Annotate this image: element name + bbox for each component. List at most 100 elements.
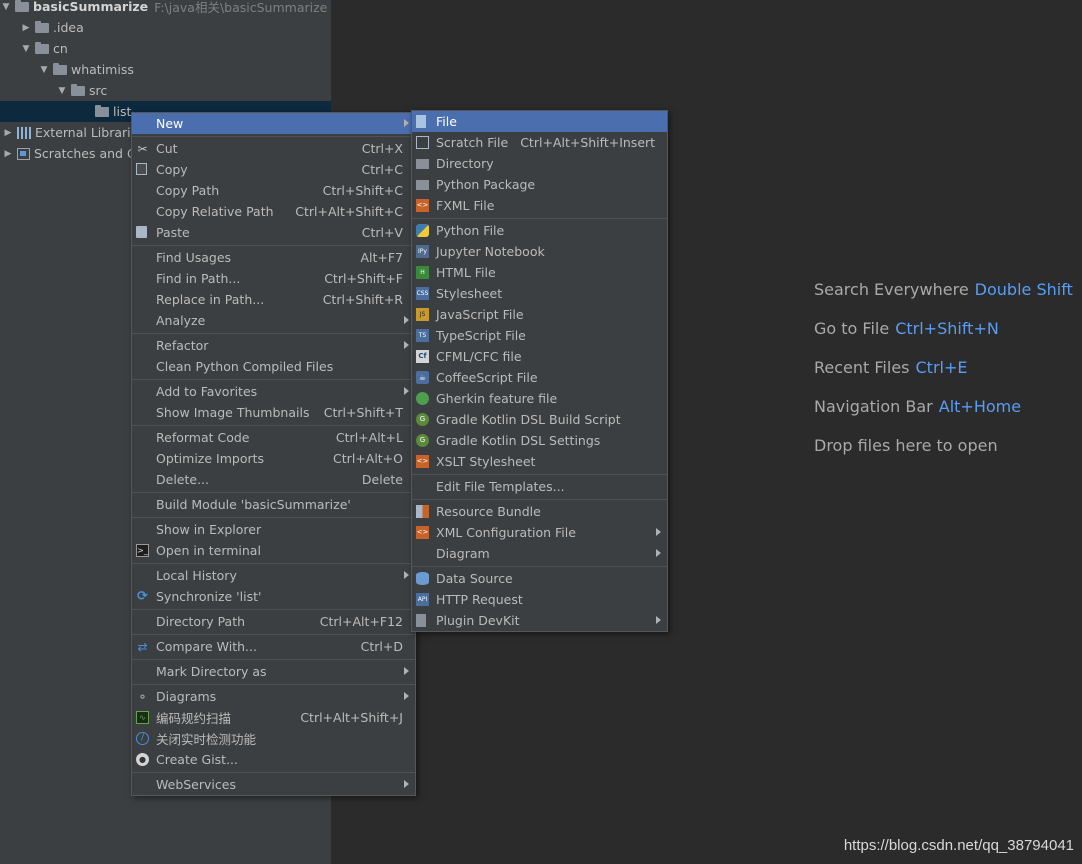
new-item-xml-configuration-file[interactable]: <> XML Configuration File [412, 522, 667, 543]
menu-item-delete[interactable]: Delete... Delete [132, 469, 415, 490]
new-item-http-request[interactable]: API HTTP Request [412, 589, 667, 610]
new-item-edit-file-templates[interactable]: Edit File Templates... [412, 476, 667, 497]
menu-item-local-history[interactable]: Local History [132, 565, 415, 586]
api-icon: API [416, 593, 429, 606]
menu-item-show-in-explorer[interactable]: Show in Explorer [132, 519, 415, 540]
scan-icon: ∿ [136, 711, 149, 724]
database-icon [416, 572, 429, 585]
fxml-icon: <> [416, 199, 429, 212]
menu-item-clean-python-compiled[interactable]: Clean Python Compiled Files [132, 356, 415, 377]
submenu-arrow-icon [404, 316, 409, 324]
menu-item-find-usages[interactable]: Find Usages Alt+F7 [132, 247, 415, 268]
collapse-arrow-icon[interactable]: ▶ [20, 23, 32, 33]
menu-item-show-image-thumbnails[interactable]: Show Image Thumbnails Ctrl+Shift+T [132, 402, 415, 423]
package-icon [416, 180, 429, 190]
menu-item-add-to-favorites[interactable]: Add to Favorites [132, 381, 415, 402]
menu-separator [132, 563, 415, 564]
menu-item-open-in-terminal[interactable]: >_ Open in terminal [132, 540, 415, 561]
tree-item-src[interactable]: ▼ src [0, 80, 331, 101]
menu-item-analyze[interactable]: Analyze [132, 310, 415, 331]
new-item-html-file[interactable]: H HTML File [412, 262, 667, 283]
xslt-icon: <> [416, 455, 429, 468]
new-item-gradle-build-script[interactable]: G Gradle Kotlin DSL Build Script [412, 409, 667, 430]
gherkin-icon [416, 392, 429, 405]
new-item-jupyter-notebook[interactable]: IPy Jupyter Notebook [412, 241, 667, 262]
menu-item-optimize-imports[interactable]: Optimize Imports Ctrl+Alt+O [132, 448, 415, 469]
menu-item-reformat-code[interactable]: Reformat Code Ctrl+Alt+L [132, 427, 415, 448]
menu-item-replace-in-path[interactable]: Replace in Path... Ctrl+Shift+R [132, 289, 415, 310]
menu-item-diagrams[interactable]: ⚬ Diagrams [132, 686, 415, 707]
submenu-arrow-icon [404, 571, 409, 579]
menu-item-copy-path[interactable]: Copy Path Ctrl+Shift+C [132, 180, 415, 201]
github-icon: ● [136, 753, 149, 766]
menu-item-copy-relative-path[interactable]: Copy Relative Path Ctrl+Alt+Shift+C [132, 201, 415, 222]
context-menu: New ✂ Cut Ctrl+X Copy Ctrl+C Copy Path Ctrl+… [131, 112, 416, 796]
tree-item-label: Scratches and C [34, 146, 136, 161]
submenu-arrow-icon [404, 341, 409, 349]
menu-separator [132, 136, 415, 137]
menu-item-build-module[interactable]: Build Module 'basicSummarize' [132, 494, 415, 515]
menu-separator [412, 218, 667, 219]
tree-item-idea[interactable]: ▶ .idea [0, 17, 331, 38]
menu-item-webservices[interactable]: WebServices [132, 774, 415, 795]
menu-item-synchronize[interactable]: ⟳ Synchronize 'list' [132, 586, 415, 607]
menu-item-disable-realtime-check[interactable]: / 关闭实时检测功能 [132, 728, 415, 749]
tree-item-whatimiss[interactable]: ▼ whatimiss [0, 59, 331, 80]
menu-item-code-scan[interactable]: ∿ 编码规约扫描 Ctrl+Alt+Shift+J [132, 707, 415, 728]
new-item-coffeescript-file[interactable]: ☕ CoffeeScript File [412, 367, 667, 388]
menu-separator [412, 474, 667, 475]
new-item-stylesheet[interactable]: CSS Stylesheet [412, 283, 667, 304]
menu-separator [132, 492, 415, 493]
new-item-python-file[interactable]: Python File [412, 220, 667, 241]
expand-arrow-icon[interactable]: ▼ [0, 2, 12, 12]
submenu-arrow-icon [404, 667, 409, 675]
typescript-icon: TS [416, 329, 429, 342]
menu-separator [132, 772, 415, 773]
xml-icon: <> [416, 526, 429, 539]
new-item-fxml-file[interactable]: <> FXML File [412, 195, 667, 216]
coffeescript-icon: ☕ [416, 371, 429, 384]
menu-separator [132, 245, 415, 246]
new-item-data-source[interactable]: Data Source [412, 568, 667, 589]
collapse-arrow-icon[interactable]: ▶ [2, 128, 14, 138]
menu-item-find-in-path[interactable]: Find in Path... Ctrl+Shift+F [132, 268, 415, 289]
new-item-file[interactable]: File [412, 111, 667, 132]
expand-arrow-icon[interactable]: ▼ [56, 86, 68, 96]
scissors-icon: ✂ [137, 141, 148, 156]
hint-shortcut: Ctrl+E [915, 358, 968, 377]
expand-arrow-icon[interactable]: ▼ [38, 65, 50, 75]
menu-item-cut[interactable]: ✂ Cut Ctrl+X [132, 138, 415, 159]
menu-item-new[interactable]: New [132, 113, 415, 134]
menu-item-copy[interactable]: Copy Ctrl+C [132, 159, 415, 180]
menu-separator [132, 425, 415, 426]
new-item-scratch-file[interactable]: Scratch File Ctrl+Alt+Shift+Insert [412, 132, 667, 153]
new-item-directory[interactable]: Directory [412, 153, 667, 174]
collapse-arrow-icon[interactable]: ▶ [2, 149, 14, 159]
menu-item-create-gist[interactable]: ● Create Gist... [132, 749, 415, 770]
tree-item-label: cn [53, 41, 68, 56]
menu-item-paste[interactable]: Paste Ctrl+V [132, 222, 415, 243]
new-item-xslt-stylesheet[interactable]: <> XSLT Stylesheet [412, 451, 667, 472]
menu-item-refactor[interactable]: Refactor [132, 335, 415, 356]
menu-item-compare-with[interactable]: ⇄ Compare With... Ctrl+D [132, 636, 415, 657]
tree-root-row[interactable]: ▼ basicSummarize F:\java相关\basicSummariz… [0, 0, 331, 17]
folder-icon [53, 62, 67, 75]
menu-separator [132, 684, 415, 685]
new-item-javascript-file[interactable]: JS JavaScript File [412, 304, 667, 325]
new-item-resource-bundle[interactable]: Resource Bundle [412, 501, 667, 522]
new-item-diagram[interactable]: Diagram [412, 543, 667, 564]
new-item-cfml-file[interactable]: Cf CFML/CFC file [412, 346, 667, 367]
expand-arrow-icon[interactable]: ▼ [20, 44, 32, 54]
hint-shortcut: Alt+Home [938, 397, 1022, 416]
submenu-arrow-icon [404, 387, 409, 395]
new-item-typescript-file[interactable]: TS TypeScript File [412, 325, 667, 346]
tree-item-cn[interactable]: ▼ cn [0, 38, 331, 59]
menu-item-directory-path[interactable]: Directory Path Ctrl+Alt+F12 [132, 611, 415, 632]
new-item-gradle-settings[interactable]: G Gradle Kotlin DSL Settings [412, 430, 667, 451]
new-item-plugin-devkit[interactable]: Plugin DevKit [412, 610, 667, 631]
new-item-gherkin-feature-file[interactable]: Gherkin feature file [412, 388, 667, 409]
new-item-python-package[interactable]: Python Package [412, 174, 667, 195]
menu-separator [412, 499, 667, 500]
submenu-arrow-icon [404, 780, 409, 788]
menu-item-mark-directory-as[interactable]: Mark Directory as [132, 661, 415, 682]
